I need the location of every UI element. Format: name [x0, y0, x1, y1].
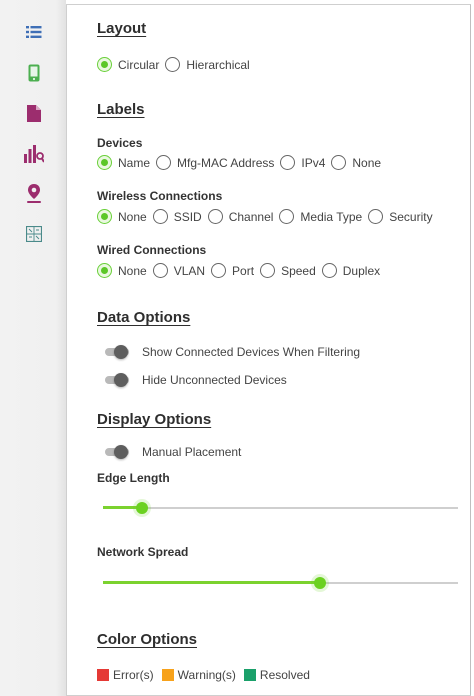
layout-option-circular[interactable]: Circular — [97, 57, 159, 72]
hide-unconnected-devices-toggle[interactable]: Hide Unconnected Devices — [102, 373, 287, 387]
wireless-options: None SSID Channel Media Type Security — [97, 209, 439, 224]
radio-button[interactable] — [207, 209, 223, 224]
network-spread-slider[interactable] — [103, 577, 458, 589]
edge-length-label: Edge Length — [97, 471, 170, 485]
radio-button[interactable] — [331, 155, 347, 170]
edge-length-slider[interactable] — [103, 502, 458, 514]
list-icon[interactable] — [24, 22, 44, 42]
wired-option-duplex[interactable]: Duplex — [321, 263, 380, 278]
wireless-option-security[interactable]: Security — [368, 209, 433, 224]
radio-button[interactable] — [156, 155, 172, 170]
manual-placement-toggle[interactable]: Manual Placement — [102, 445, 241, 459]
radio-button[interactable] — [368, 209, 384, 224]
color-legend: Error(s) Warning(s) Resolved — [97, 668, 318, 682]
map-grid-icon[interactable] — [24, 224, 44, 244]
layout-option-hierarchical[interactable]: Hierarchical — [165, 57, 250, 72]
wired-options: None VLAN Port Speed Duplex — [97, 263, 386, 278]
document-icon[interactable] — [24, 103, 44, 123]
chart-search-icon[interactable] — [24, 144, 44, 164]
layout-heading: Layout — [97, 20, 147, 37]
layout-options: Circular Hierarchical — [97, 57, 256, 72]
devices-options: Name Mfg-MAC Address IPv4 None — [97, 155, 387, 170]
left-nav-rail — [0, 0, 66, 696]
wireless-connections-label: Wireless Connections — [97, 189, 223, 203]
radio-button[interactable] — [279, 209, 295, 224]
radio-button[interactable] — [280, 155, 296, 170]
wired-option-vlan[interactable]: VLAN — [152, 263, 205, 278]
legend-item-warning: Warning(s) — [161, 668, 236, 682]
wired-option-speed[interactable]: Speed — [260, 263, 316, 278]
wired-connections-label: Wired Connections — [97, 243, 207, 257]
radio-button[interactable] — [152, 263, 168, 278]
slider-fill — [103, 581, 320, 584]
settings-panel: Layout Circular Hierarchical Labels Devi… — [66, 0, 474, 696]
radio-button[interactable] — [97, 263, 112, 278]
devices-option-name[interactable]: Name — [97, 155, 150, 170]
legend-item-error: Error(s) — [97, 668, 154, 682]
network-spread-label: Network Spread — [97, 545, 189, 559]
radio-button[interactable] — [211, 263, 227, 278]
toggle-switch[interactable] — [102, 345, 130, 359]
wireless-option-media-type[interactable]: Media Type — [279, 209, 362, 224]
slider-thumb[interactable] — [136, 502, 148, 514]
radio-button[interactable] — [97, 209, 112, 224]
radio-button[interactable] — [97, 155, 112, 170]
radio-button[interactable] — [321, 263, 337, 278]
radio-button[interactable] — [165, 57, 181, 72]
devices-option-none[interactable]: None — [331, 155, 381, 170]
wireless-option-ssid[interactable]: SSID — [152, 209, 202, 224]
radio-button[interactable] — [97, 57, 112, 72]
wired-option-none[interactable]: None — [97, 263, 147, 278]
toggle-switch[interactable] — [102, 445, 130, 459]
show-connected-devices-toggle[interactable]: Show Connected Devices When Filtering — [102, 345, 360, 359]
location-pin-icon[interactable] — [24, 183, 44, 203]
color-options-heading: Color Options — [97, 631, 197, 648]
wired-option-port[interactable]: Port — [211, 263, 254, 278]
devices-option-ipv4[interactable]: IPv4 — [280, 155, 325, 170]
wireless-option-channel[interactable]: Channel — [207, 209, 273, 224]
legend-item-resolved: Resolved — [243, 668, 310, 682]
resolved-swatch — [243, 669, 256, 681]
labels-heading: Labels — [97, 101, 145, 118]
data-options-heading: Data Options — [97, 309, 191, 326]
radio-button[interactable] — [152, 209, 168, 224]
radio-button[interactable] — [260, 263, 276, 278]
devices-option-mfg-mac[interactable]: Mfg-MAC Address — [156, 155, 274, 170]
error-swatch — [97, 669, 109, 681]
slider-thumb[interactable] — [314, 577, 326, 589]
mobile-device-icon[interactable] — [24, 63, 44, 83]
display-options-heading: Display Options — [97, 411, 212, 428]
slider-track — [103, 507, 458, 509]
wireless-option-none[interactable]: None — [97, 209, 147, 224]
devices-label: Devices — [97, 136, 143, 150]
warning-swatch — [161, 669, 174, 681]
toggle-switch[interactable] — [102, 373, 130, 387]
